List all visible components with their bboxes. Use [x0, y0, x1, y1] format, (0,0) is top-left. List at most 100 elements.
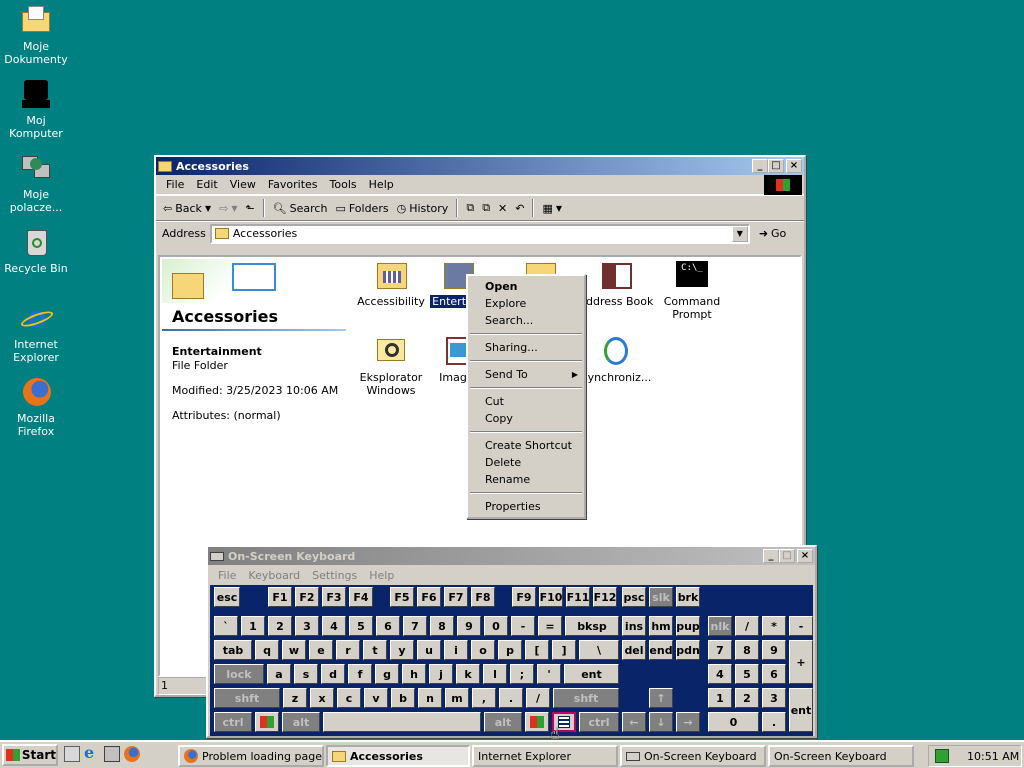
key-r2-10[interactable]: p	[498, 640, 522, 660]
key-r3-5[interactable]: g	[375, 664, 399, 684]
ctx-delete[interactable]: Delete	[468, 454, 584, 471]
key-r4-13[interactable]: 1	[708, 688, 732, 708]
start-button[interactable]: Start	[2, 744, 58, 766]
file-item-eksplorator-windows[interactable]: Eksplorator Windows	[353, 335, 429, 397]
key-r2-15[interactable]: end	[649, 640, 673, 660]
key-r2-11[interactable]: [	[525, 640, 549, 660]
key-r4-11[interactable]: shft	[553, 688, 619, 708]
key-r4-4[interactable]: v	[364, 688, 388, 708]
key-r1-5[interactable]: 5	[349, 616, 373, 636]
key-r4-15[interactable]: 3	[762, 688, 786, 708]
undo-button[interactable]: ↶	[512, 202, 527, 215]
key-r3-8[interactable]: k	[456, 664, 480, 684]
network-icon[interactable]	[104, 746, 120, 762]
key-r1-9[interactable]: 9	[457, 616, 481, 636]
key-r2-1[interactable]: q	[255, 640, 279, 660]
key-r3-14[interactable]: 5	[735, 664, 759, 684]
key-r1-18[interactable]: /	[735, 616, 759, 636]
menu-file[interactable]: File	[160, 178, 190, 191]
back-button[interactable]: ⇦ Back ▼	[160, 202, 214, 215]
key-r2-8[interactable]: i	[444, 640, 468, 660]
key-r3-9[interactable]: l	[483, 664, 507, 684]
key-r4-8[interactable]: ,	[472, 688, 496, 708]
key-r5-11[interactable]: 0	[708, 712, 759, 732]
key-r2-3[interactable]: e	[309, 640, 333, 660]
desktop-icon-network-places[interactable]: Moje polacze...	[0, 152, 72, 214]
osk-minimize-button[interactable]: _	[763, 549, 779, 563]
explorer-titlebar[interactable]: Accessories _ □ ×	[156, 157, 804, 175]
windows-key[interactable]	[255, 712, 279, 732]
key-r1-6[interactable]: 6	[376, 616, 400, 636]
key-r0-5[interactable]: F5	[390, 587, 414, 607]
ctx-properties[interactable]: Properties	[468, 498, 584, 515]
key-r5-9[interactable]: ↓	[649, 712, 673, 732]
menu-tools[interactable]: Tools	[324, 178, 363, 191]
key-r2-14[interactable]: del	[622, 640, 646, 660]
key-r5-10[interactable]: →	[676, 712, 700, 732]
key-r2-4[interactable]: r	[336, 640, 360, 660]
desktop-icon-my-computer[interactable]: Moj Komputer	[0, 78, 72, 140]
key-r1-14[interactable]: ins	[622, 616, 646, 636]
key-r2-19[interactable]: 9	[762, 640, 786, 660]
close-button[interactable]: ×	[786, 159, 802, 173]
file-item-address-book[interactable]: Address Book	[578, 259, 654, 308]
key-r3-6[interactable]: h	[402, 664, 426, 684]
key-r3-3[interactable]: d	[321, 664, 345, 684]
delete-toolbar-button[interactable]: ✕	[495, 202, 510, 215]
key-r0-11[interactable]: F11	[566, 587, 590, 607]
key-r4-7[interactable]: m	[445, 688, 469, 708]
key-r4-0[interactable]: shft	[214, 688, 280, 708]
key-r4-5[interactable]: b	[391, 688, 415, 708]
key-r1-15[interactable]: hm	[649, 616, 673, 636]
key-r5-2[interactable]: alt	[282, 712, 320, 732]
views-button[interactable]: ▦ ▼	[539, 202, 565, 215]
key-r1-10[interactable]: 0	[484, 616, 508, 636]
move-to-button[interactable]: ⧉	[463, 201, 477, 215]
key-r2-20[interactable]: +	[789, 640, 813, 684]
desktop-icon-my-documents[interactable]: Moje Dokumenty	[0, 4, 72, 66]
go-button[interactable]: ➜ Go	[756, 227, 789, 240]
key-r0-14[interactable]: slk	[649, 587, 673, 607]
key-r1-11[interactable]: -	[511, 616, 535, 636]
key-r0-0[interactable]: esc	[214, 587, 240, 607]
ctx-create-shortcut[interactable]: Create Shortcut	[468, 437, 584, 454]
key-r3-15[interactable]: 6	[762, 664, 786, 684]
forward-button[interactable]: ⇨ ▼	[216, 202, 240, 215]
key-r2-16[interactable]: pdn	[676, 640, 700, 660]
menu-view[interactable]: View	[224, 178, 262, 191]
key-r1-13[interactable]: bksp	[565, 616, 619, 636]
key-r0-15[interactable]: brk	[676, 587, 700, 607]
key-r1-4[interactable]: 4	[322, 616, 346, 636]
osk-close-button[interactable]: ×	[797, 549, 813, 563]
key-r2-13[interactable]: \	[579, 640, 619, 660]
search-button[interactable]: 🔍︎ Search	[270, 202, 331, 215]
task-osk-2[interactable]: On-Screen Keyboard	[768, 745, 914, 767]
key-r1-12[interactable]: =	[538, 616, 562, 636]
network-tray-icon[interactable]	[935, 749, 949, 763]
ctx-cut[interactable]: Cut	[468, 393, 584, 410]
key-r2-18[interactable]: 8	[735, 640, 759, 660]
osk-titlebar[interactable]: On-Screen Keyboard _ □ ×	[208, 547, 815, 565]
key-r2-6[interactable]: y	[390, 640, 414, 660]
file-item-synchronize[interactable]: Synchroniz...	[578, 335, 654, 384]
key-r3-0[interactable]: lock	[214, 664, 264, 684]
key-r0-1[interactable]: F1	[268, 587, 292, 607]
menu-favorites[interactable]: Favorites	[262, 178, 324, 191]
key-r0-4[interactable]: F4	[349, 587, 373, 607]
desktop-icon-recycle-bin[interactable]: Recycle Bin	[0, 226, 72, 275]
osk-menu-help[interactable]: Help	[363, 569, 400, 582]
key-r3-11[interactable]: '	[537, 664, 561, 684]
internet-explorer-icon[interactable]: e	[84, 745, 100, 762]
key-r3-2[interactable]: s	[294, 664, 318, 684]
task-osk-1[interactable]: On-Screen Keyboard	[620, 745, 766, 767]
key-r5-0[interactable]: ctrl	[214, 712, 252, 732]
menu-edit[interactable]: Edit	[190, 178, 223, 191]
minimize-button[interactable]: _	[752, 159, 768, 173]
task-accessories[interactable]: Accessories	[326, 745, 470, 767]
key-r0-6[interactable]: F6	[417, 587, 441, 607]
address-dropdown-button[interactable]: ▼	[731, 225, 748, 242]
copy-to-button[interactable]: ⧉	[479, 201, 493, 215]
key-r4-16[interactable]: ent	[789, 688, 813, 732]
osk-maximize-button[interactable]: □	[779, 549, 795, 563]
key-r4-6[interactable]: n	[418, 688, 442, 708]
